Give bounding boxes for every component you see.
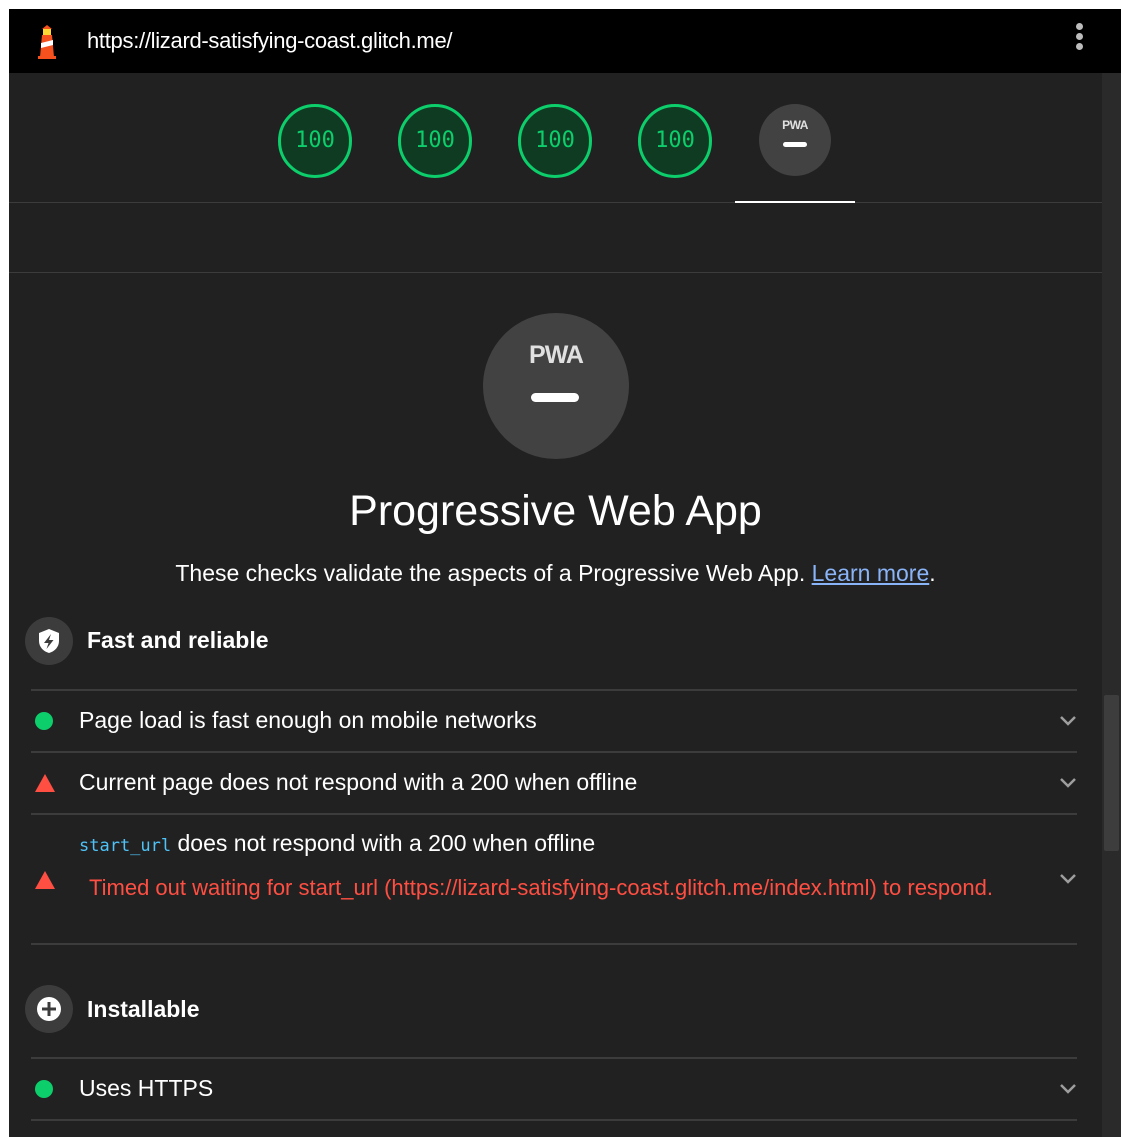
chevron-down-icon[interactable] bbox=[1059, 715, 1077, 727]
audit-title: start_url does not respond with a 200 wh… bbox=[79, 829, 595, 860]
audit-row[interactable]: Uses HTTPS bbox=[31, 1059, 1077, 1119]
chevron-down-icon[interactable] bbox=[1059, 1083, 1077, 1095]
audit-title-text: does not respond with a 200 when offline bbox=[171, 830, 596, 856]
plus-circle-icon bbox=[25, 985, 73, 1033]
group-title-installable: Installable bbox=[87, 996, 200, 1022]
report-frame: https://lizard-satisfying-coast.glitch.m… bbox=[9, 9, 1121, 1137]
gauge-score: 100 bbox=[415, 128, 455, 153]
report-url[interactable]: https://lizard-satisfying-coast.glitch.m… bbox=[87, 28, 453, 54]
divider bbox=[9, 202, 1102, 203]
gauge-score: 100 bbox=[295, 128, 335, 153]
divider bbox=[31, 943, 1077, 945]
score-gauges: 100 100 100 100 PWA bbox=[9, 73, 1102, 203]
gauge-score: 100 bbox=[655, 128, 695, 153]
fail-indicator bbox=[35, 774, 55, 792]
category-description: These checks validate the aspects of a P… bbox=[9, 559, 1102, 587]
pass-indicator bbox=[35, 712, 53, 730]
divider bbox=[31, 1119, 1077, 1121]
gauge-accessibility[interactable]: 100 bbox=[398, 104, 472, 178]
chevron-down-icon[interactable] bbox=[1059, 777, 1077, 789]
audit-title: Uses HTTPS bbox=[79, 1075, 214, 1101]
audit-error-message: Timed out waiting for start_url (https:/… bbox=[89, 875, 993, 900]
learn-more-link[interactable]: Learn more bbox=[812, 560, 930, 586]
shield-lightning-icon bbox=[25, 617, 73, 665]
description-text: These checks validate the aspects of a P… bbox=[175, 560, 812, 586]
pwa-dash-icon bbox=[531, 393, 579, 402]
gauge-performance[interactable]: 100 bbox=[278, 104, 352, 178]
description-period: . bbox=[929, 560, 936, 586]
gauge-best-practices[interactable]: 100 bbox=[518, 104, 592, 178]
lighthouse-logo-icon bbox=[38, 25, 56, 59]
gauge-score: 100 bbox=[535, 128, 575, 153]
top-bar: https://lizard-satisfying-coast.glitch.m… bbox=[9, 9, 1121, 73]
pass-indicator bbox=[35, 1080, 53, 1098]
group-title-fast-reliable: Fast and reliable bbox=[87, 627, 269, 653]
audit-title: Page load is fast enough on mobile netwo… bbox=[79, 707, 537, 733]
scrollbar-thumb[interactable] bbox=[1104, 695, 1119, 851]
divider bbox=[9, 272, 1102, 273]
gauge-seo[interactable]: 100 bbox=[638, 104, 712, 178]
audit-title: Current page does not respond with a 200… bbox=[79, 769, 638, 795]
audit-row[interactable]: start_url does not respond with a 200 wh… bbox=[31, 815, 1077, 943]
active-tab-indicator bbox=[735, 201, 855, 203]
pwa-badge-label: PWA bbox=[782, 118, 808, 132]
pwa-dash-icon bbox=[783, 142, 807, 147]
fail-indicator bbox=[35, 871, 55, 889]
pwa-badge-label: PWA bbox=[529, 341, 584, 369]
start-url-code: start_url bbox=[79, 836, 172, 856]
more-options-icon[interactable] bbox=[1071, 23, 1087, 59]
scrollbar-track[interactable] bbox=[1102, 73, 1121, 1137]
audit-row[interactable]: Current page does not respond with a 200… bbox=[31, 753, 1077, 813]
pwa-category-badge: PWA bbox=[483, 313, 629, 459]
audit-row[interactable]: Page load is fast enough on mobile netwo… bbox=[31, 691, 1077, 751]
gauge-pwa[interactable]: PWA bbox=[759, 104, 831, 176]
category-title: Progressive Web App bbox=[349, 487, 762, 535]
chevron-down-icon[interactable] bbox=[1059, 873, 1077, 885]
